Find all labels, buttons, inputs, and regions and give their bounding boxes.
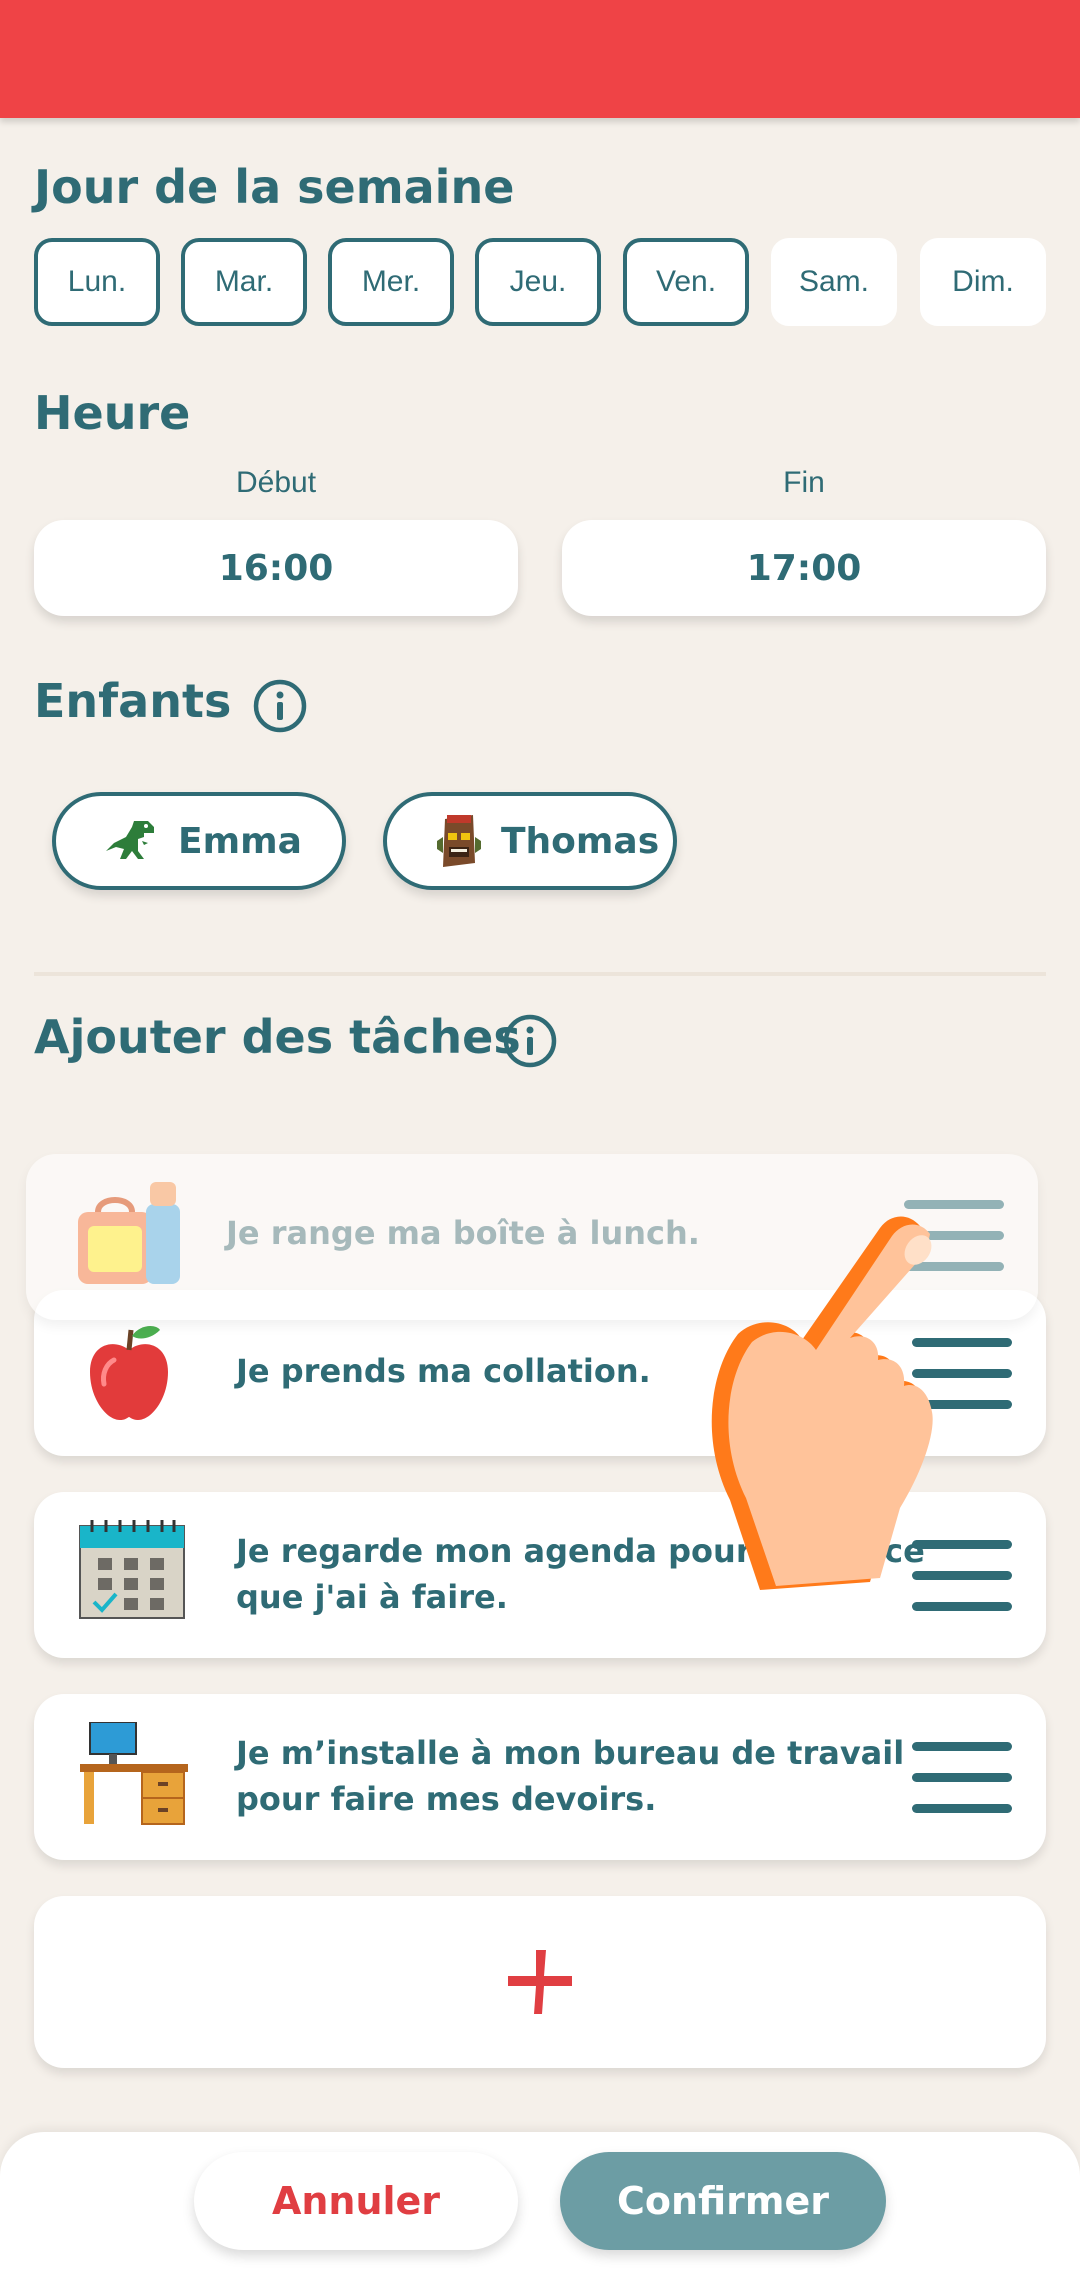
- day-sunday-button[interactable]: Dim.: [920, 238, 1046, 326]
- end-time-label: Fin: [783, 466, 825, 499]
- calendar-icon: [79, 1520, 185, 1619]
- add-task-button[interactable]: [34, 1896, 1046, 2068]
- start-time-field[interactable]: 16:00: [34, 520, 518, 616]
- pointing-hand-icon: [711, 1216, 933, 1590]
- day-saturday-button[interactable]: Sam.: [771, 238, 897, 326]
- dinosaur-icon: [106, 821, 154, 859]
- day-friday-button[interactable]: Ven.: [623, 238, 749, 326]
- task-text: Je m’installe à mon bureau de travail po…: [236, 1734, 905, 1818]
- drag-handle-icon[interactable]: [912, 1742, 1012, 1835]
- time-section-title: Heure: [34, 386, 191, 440]
- child-chip-emma[interactable]: Emma: [52, 792, 346, 890]
- apple-icon: [90, 1326, 168, 1420]
- start-time-label: Début: [235, 466, 317, 499]
- dragging-task-text: Je range ma boîte à lunch.: [226, 1214, 700, 1252]
- end-time-field[interactable]: 17:00: [562, 520, 1046, 616]
- day-thursday-button[interactable]: Jeu.: [475, 238, 601, 326]
- lunchbox-icon: [78, 1182, 180, 1284]
- cancel-button[interactable]: Annuler: [194, 2152, 518, 2250]
- child-name-thomas: Thomas: [501, 820, 660, 862]
- tasks-section-title: Ajouter des tâches: [34, 1010, 521, 1064]
- day-wednesday-button[interactable]: Mer.: [328, 238, 454, 326]
- day-tuesday-button[interactable]: Mar.: [181, 238, 307, 326]
- weekday-section-title: Jour de la semaine: [34, 160, 515, 214]
- child-name-emma: Emma: [178, 820, 302, 862]
- section-divider: [34, 972, 1046, 976]
- top-app-bar: [0, 0, 1080, 118]
- desk-icon: [80, 1722, 188, 1825]
- info-icon[interactable]: [252, 678, 308, 734]
- confirm-button[interactable]: Confirmer: [560, 2152, 886, 2250]
- tiki-mask-icon: [437, 815, 481, 867]
- bottom-action-bar: [0, 2132, 1080, 2271]
- child-chip-thomas[interactable]: Thomas: [383, 792, 677, 890]
- task-card[interactable]: Je m’installe à mon bureau de travail po…: [34, 1694, 1046, 1860]
- day-monday-button[interactable]: Lun.: [34, 238, 160, 326]
- children-section-title: Enfants: [34, 674, 232, 728]
- plus-icon: [508, 1950, 572, 2014]
- info-icon[interactable]: [502, 1013, 558, 1069]
- weekday-selector: Lun. Mar. Mer. Jeu. Ven. Sam. Dim.: [34, 238, 1046, 326]
